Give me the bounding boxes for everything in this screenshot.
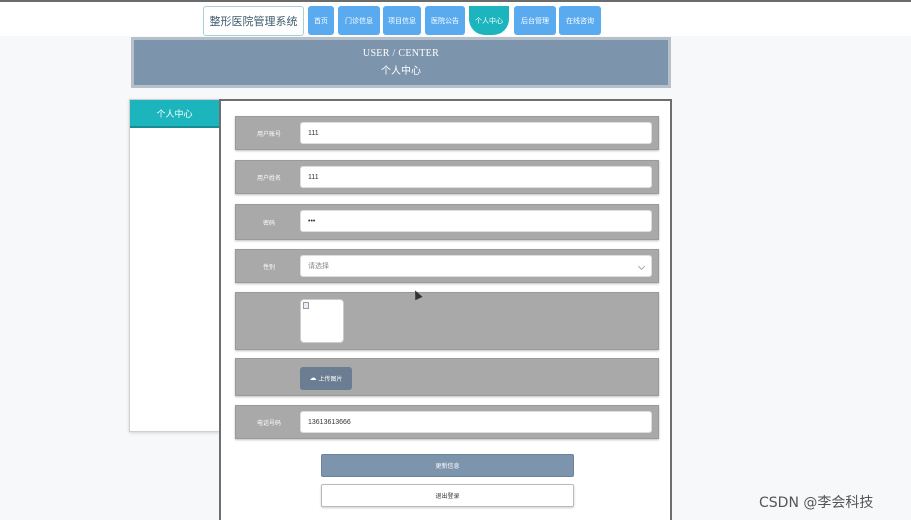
form-row-avatar	[235, 292, 659, 350]
sidebar-item-user-center[interactable]: 个人中心	[130, 100, 219, 128]
password-label: 密码	[262, 220, 275, 227]
form-row-password: 密码 •••	[235, 204, 659, 240]
chevron-down-icon	[637, 262, 646, 271]
account-label: 用户账号	[256, 131, 281, 138]
username-label: 用户姓名	[256, 175, 281, 182]
form-row-account: 用户账号 111	[235, 116, 659, 150]
form-row-phone: 电话号码 13613613666	[235, 405, 659, 439]
form-row-gender: 性别 请选择	[235, 249, 659, 283]
nav-hospital-notice[interactable]: 医院公告	[425, 6, 465, 35]
broken-image-icon	[303, 302, 309, 309]
nav-admin[interactable]: 后台管理	[514, 6, 556, 35]
upload-image-button[interactable]: ☁ 上传图片	[300, 367, 352, 390]
sidebar: 个人中心	[129, 99, 220, 432]
profile-form: 用户账号 111 用户姓名 111 密码 ••• 性别 请选择 ☁ 上传图片 电…	[219, 99, 672, 520]
nav-user-center[interactable]: 个人中心	[469, 6, 509, 35]
password-input[interactable]: •••	[300, 210, 652, 232]
upload-button-label: 上传图片	[318, 377, 343, 383]
gender-select[interactable]: 请选择	[300, 255, 652, 277]
banner-title-cn: 个人中心	[381, 66, 421, 77]
avatar-image[interactable]	[300, 299, 344, 343]
page-banner: USER / CENTER 个人中心	[131, 37, 671, 88]
gender-select-placeholder: 请选择	[308, 263, 329, 270]
top-navbar: 整形医院管理系统 首页 门诊信息 项目信息 医院公告 个人中心 后台管理 在线咨…	[0, 0, 911, 36]
nav-clinic-info[interactable]: 门诊信息	[338, 6, 380, 35]
nav-home[interactable]: 首页	[308, 6, 334, 35]
site-logo[interactable]: 整形医院管理系统	[203, 6, 304, 36]
gender-label: 性别	[262, 264, 275, 271]
phone-label: 电话号码	[256, 420, 281, 427]
cloud-upload-icon: ☁	[309, 375, 317, 382]
form-row-upload: ☁ 上传图片	[235, 358, 659, 396]
nav-online-consult[interactable]: 在线咨询	[559, 6, 601, 35]
account-input[interactable]: 111	[300, 122, 652, 144]
update-info-button[interactable]: 更新信息	[321, 454, 574, 477]
username-input[interactable]: 111	[300, 166, 652, 188]
form-row-username: 用户姓名 111	[235, 160, 659, 194]
phone-input[interactable]: 13613613666	[300, 411, 652, 433]
logout-button[interactable]: 退出登录	[321, 484, 574, 507]
watermark: CSDN @李会科技	[759, 495, 874, 511]
banner-title-en: USER / CENTER	[362, 48, 440, 59]
nav-project-info[interactable]: 项目信息	[383, 6, 421, 35]
